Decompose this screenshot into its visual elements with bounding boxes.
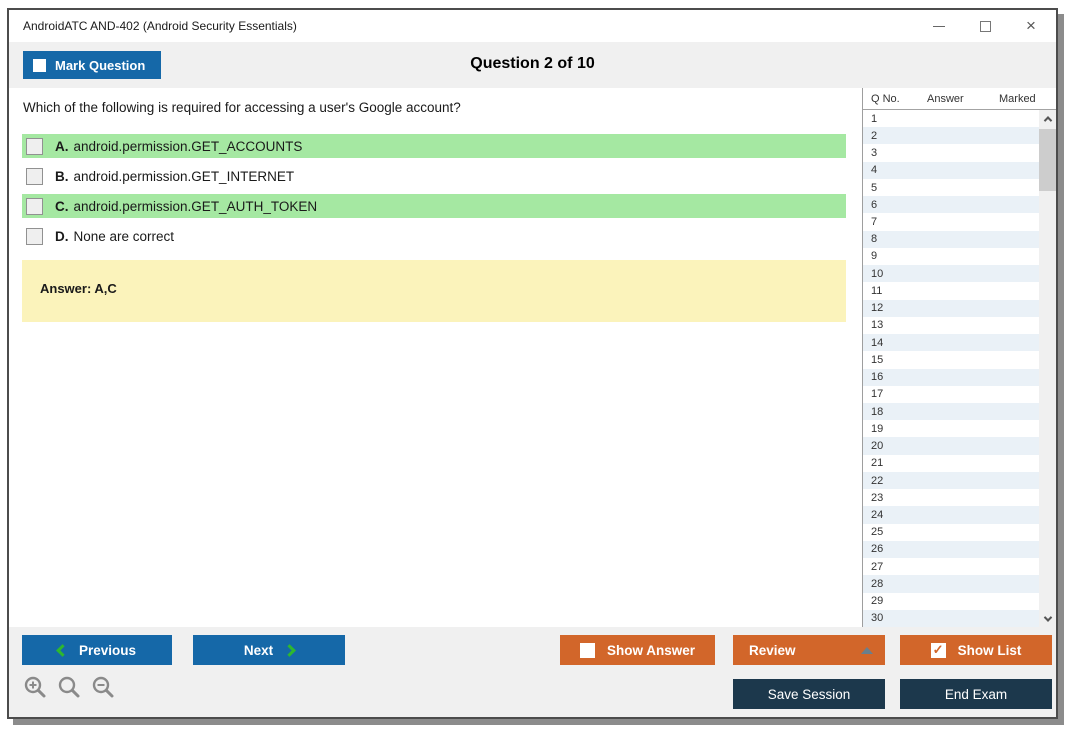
chevron-up-icon <box>1043 116 1051 124</box>
scroll-down-button[interactable] <box>1039 610 1056 627</box>
question-list-row[interactable]: 10 <box>863 265 1039 282</box>
window-title: AndroidATC AND-402 (Android Security Ess… <box>9 19 297 33</box>
save-session-label: Save Session <box>768 687 851 702</box>
chevron-left-icon <box>56 644 69 657</box>
option-letter: C. <box>55 199 69 214</box>
app-window: AndroidATC AND-402 (Android Security Ess… <box>7 8 1058 719</box>
minimize-icon <box>933 26 945 27</box>
question-list-row[interactable]: 30 <box>863 610 1039 627</box>
question-list-row[interactable]: 8 <box>863 231 1039 248</box>
option-checkbox[interactable] <box>26 168 43 185</box>
show-list-button[interactable]: ✓ Show List <box>900 635 1052 665</box>
question-list-row[interactable]: 5 <box>863 179 1039 196</box>
question-list-row[interactable]: 28 <box>863 575 1039 592</box>
question-list-row[interactable]: 19 <box>863 420 1039 437</box>
main-area: Which of the following is required for a… <box>9 88 1056 627</box>
question-list-row[interactable]: 25 <box>863 524 1039 541</box>
answer-option[interactable]: D. None are correct <box>22 224 846 248</box>
question-list-header: Q No. Answer Marked <box>863 88 1056 110</box>
question-list-row[interactable]: 4 <box>863 162 1039 179</box>
maximize-icon <box>980 21 991 32</box>
question-list-row[interactable]: 17 <box>863 386 1039 403</box>
answer-option[interactable]: A. android.permission.GET_ACCOUNTS <box>22 134 846 158</box>
option-checkbox[interactable] <box>26 198 43 215</box>
option-text: android.permission.GET_ACCOUNTS <box>74 139 303 154</box>
question-list-row[interactable]: 26 <box>863 541 1039 558</box>
question-list-row[interactable]: 3 <box>863 144 1039 161</box>
review-button[interactable]: Review <box>733 635 885 665</box>
minimize-button[interactable] <box>916 10 962 42</box>
question-list-scrollbar[interactable] <box>1039 110 1056 627</box>
question-text: Which of the following is required for a… <box>23 100 461 115</box>
column-qno: Q No. <box>871 93 927 105</box>
end-exam-label: End Exam <box>945 687 1007 702</box>
show-list-label: Show List <box>958 643 1022 658</box>
triangle-up-icon <box>861 647 873 654</box>
option-letter: D. <box>55 229 69 244</box>
question-list-row[interactable]: 24 <box>863 506 1039 523</box>
question-list-row[interactable]: 15 <box>863 351 1039 368</box>
question-list-rows: 1234567891011121314151617181920212223242… <box>863 110 1039 627</box>
footer-bar: Previous Next Show Answer Review ✓ Show … <box>9 627 1056 717</box>
column-marked: Marked <box>999 93 1056 105</box>
question-list-row[interactable]: 11 <box>863 282 1039 299</box>
question-list-row[interactable]: 7 <box>863 213 1039 230</box>
question-list-row[interactable]: 13 <box>863 317 1039 334</box>
end-exam-button[interactable]: End Exam <box>900 679 1052 709</box>
question-list-row[interactable]: 14 <box>863 334 1039 351</box>
option-letter: A. <box>55 139 69 154</box>
save-session-button[interactable]: Save Session <box>733 679 885 709</box>
zoom-toolbar <box>23 675 116 700</box>
previous-button[interactable]: Previous <box>22 635 172 665</box>
answer-text: Answer: A,C <box>40 281 117 296</box>
option-checkbox[interactable] <box>26 228 43 245</box>
options-list: A. android.permission.GET_ACCOUNTS B. andro… <box>22 134 846 254</box>
question-list-row[interactable]: 20 <box>863 437 1039 454</box>
review-label: Review <box>749 643 796 658</box>
question-list-row[interactable]: 9 <box>863 248 1039 265</box>
question-list-row[interactable]: 21 <box>863 455 1039 472</box>
question-list-row[interactable]: 16 <box>863 369 1039 386</box>
option-text: android.permission.GET_AUTH_TOKEN <box>74 199 318 214</box>
option-checkbox[interactable] <box>26 138 43 155</box>
chevron-right-icon <box>283 644 296 657</box>
show-answer-checkbox[interactable] <box>580 643 595 658</box>
previous-label: Previous <box>79 643 136 658</box>
question-list-row[interactable]: 1 <box>863 110 1039 127</box>
chevron-down-icon <box>1043 613 1051 621</box>
question-list-row[interactable]: 2 <box>863 127 1039 144</box>
question-list-row[interactable]: 23 <box>863 489 1039 506</box>
question-list-panel: Q No. Answer Marked 12345678910111213141… <box>862 88 1056 627</box>
window-controls: × <box>916 10 1054 42</box>
show-answer-label: Show Answer <box>607 643 695 658</box>
title-bar: AndroidATC AND-402 (Android Security Ess… <box>9 10 1056 42</box>
zoom-out-icon[interactable] <box>91 675 116 700</box>
option-letter: B. <box>55 169 69 184</box>
header-strip: Mark Question Question 2 of 10 <box>9 42 1056 88</box>
option-text: None are correct <box>74 229 175 244</box>
next-button[interactable]: Next <box>193 635 345 665</box>
answer-box: Answer: A,C <box>22 260 846 322</box>
show-list-checkbox[interactable]: ✓ <box>931 643 946 658</box>
question-list-row[interactable]: 27 <box>863 558 1039 575</box>
question-counter: Question 2 of 10 <box>9 55 1056 73</box>
question-list-row[interactable]: 22 <box>863 472 1039 489</box>
question-list-row[interactable]: 6 <box>863 196 1039 213</box>
zoom-in-icon[interactable] <box>23 675 48 700</box>
column-answer: Answer <box>927 93 999 105</box>
scroll-up-button[interactable] <box>1039 110 1056 127</box>
zoom-reset-icon[interactable] <box>57 675 82 700</box>
question-list-row[interactable]: 29 <box>863 593 1039 610</box>
answer-option[interactable]: B. android.permission.GET_INTERNET <box>22 164 846 188</box>
option-text: android.permission.GET_INTERNET <box>74 169 295 184</box>
close-button[interactable]: × <box>1008 10 1054 42</box>
question-list-row[interactable]: 18 <box>863 403 1039 420</box>
question-list-row[interactable]: 12 <box>863 300 1039 317</box>
maximize-button[interactable] <box>962 10 1008 42</box>
check-icon: ✓ <box>933 642 944 658</box>
show-answer-button[interactable]: Show Answer <box>560 635 715 665</box>
answer-option[interactable]: C. android.permission.GET_AUTH_TOKEN <box>22 194 846 218</box>
scrollbar-thumb[interactable] <box>1039 129 1056 191</box>
next-label: Next <box>244 643 273 658</box>
